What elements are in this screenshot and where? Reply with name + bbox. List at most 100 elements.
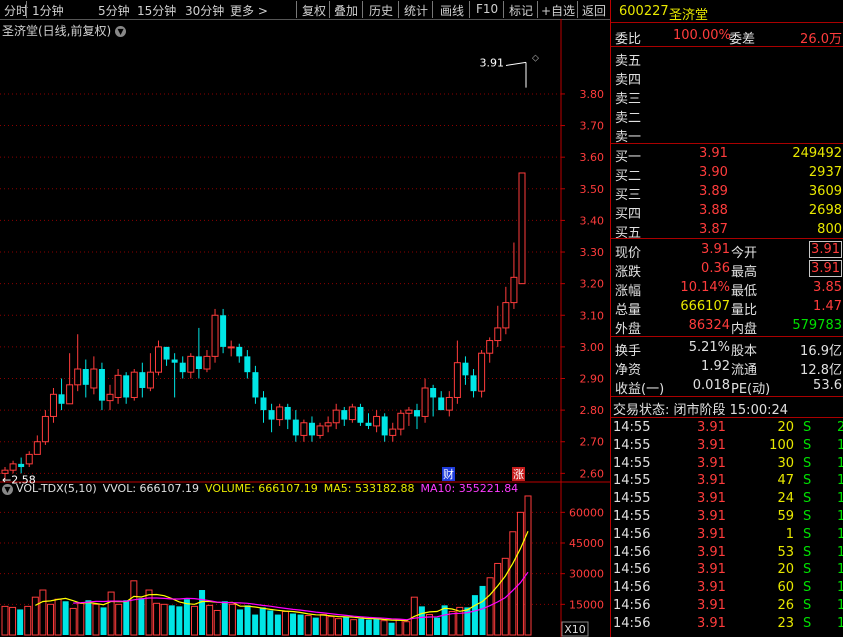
candle-body-down bbox=[244, 356, 251, 373]
candle-body-up bbox=[316, 425, 324, 436]
toolbar-divider bbox=[537, 1, 538, 18]
tick-row: 14:56 3.91 60 S 1 bbox=[611, 579, 843, 597]
back-button[interactable]: 返回 bbox=[582, 2, 606, 19]
stat-label: 涨跌 bbox=[615, 265, 642, 280]
tick-row: 14:56 3.91 23 S 1 bbox=[611, 615, 843, 633]
trade-status-row: 交易状态: 闭市阶段 15:00:24 bbox=[611, 398, 843, 418]
volume-bar-down bbox=[358, 618, 365, 635]
kline-chart-area[interactable]: 3.80 3.70 3.60 3.50 3.40 3.30 3.20 3.10 3.00 2.90… bbox=[0, 19, 610, 637]
divider bbox=[611, 417, 843, 418]
fundamental-label: PE(动) bbox=[731, 382, 771, 397]
volume-bar-up bbox=[501, 557, 509, 636]
candle-body-down bbox=[430, 387, 437, 398]
tick-count: 1 bbox=[837, 598, 843, 613]
period-tab-1min[interactable]: 1分钟 bbox=[32, 2, 64, 19]
candle-body-up bbox=[227, 346, 235, 349]
candle-body-down bbox=[98, 369, 105, 401]
order-diff-label: 委差 bbox=[729, 32, 756, 47]
bid-level-row: 买四 3.88 2698 bbox=[611, 202, 843, 222]
volume-legend: ▼ VOL-TDX(5,10) VVOL: 666107.19 VOLUME: 666… bbox=[0, 482, 524, 498]
volume-bar-up bbox=[395, 619, 403, 636]
history-button[interactable]: 历史 bbox=[369, 2, 393, 19]
candle-body-up bbox=[203, 355, 211, 370]
volume-bar-down bbox=[17, 609, 24, 635]
period-more-menu[interactable]: 更多 > bbox=[230, 2, 268, 19]
candle-body-down bbox=[236, 346, 243, 357]
fundamental-value: 53.6 bbox=[813, 378, 842, 393]
candle-body-up bbox=[397, 412, 405, 430]
candle-body-down bbox=[357, 406, 364, 423]
volume-bar-up bbox=[494, 562, 502, 636]
candle-body-up bbox=[154, 346, 162, 373]
price-axis-labels: 3.80 3.70 3.60 3.50 3.40 3.30 3.20 3.10 3.00 2.90… bbox=[561, 88, 604, 480]
tick-row: 14:55 3.91 59 S 1 bbox=[611, 508, 843, 526]
stat-value: 3.91 bbox=[809, 241, 842, 258]
chevron-down-icon[interactable]: ▼ bbox=[2, 484, 13, 495]
add-favorite-button[interactable]: +自选 bbox=[541, 2, 575, 19]
ma10-value: MA10: 355221.84 bbox=[420, 482, 519, 495]
period-tab-5min[interactable]: 5分钟 bbox=[98, 2, 130, 19]
volume-bar-up bbox=[380, 620, 388, 636]
fundamental-value: 5.21% bbox=[688, 340, 730, 355]
volume-bar-down bbox=[221, 601, 228, 635]
ask-level-row: 卖二 bbox=[611, 106, 843, 126]
fundamental-value: 16.9亿 bbox=[800, 344, 842, 359]
candle-body-down bbox=[179, 362, 186, 373]
tick-side: S bbox=[803, 491, 812, 507]
bid-price: 3.87 bbox=[699, 222, 728, 237]
tick-count: 1 bbox=[837, 615, 843, 631]
candle-body-down bbox=[123, 375, 130, 398]
mark-button[interactable]: 标记 bbox=[509, 2, 533, 19]
statistics-button[interactable]: 统计 bbox=[404, 2, 428, 19]
period-tab-15min[interactable]: 15分钟 bbox=[137, 2, 176, 19]
candle-body-down bbox=[252, 372, 259, 398]
f10-button[interactable]: F10 bbox=[476, 2, 498, 16]
volume-bar-up bbox=[24, 605, 32, 636]
tick-count: 1 bbox=[837, 455, 843, 471]
candle-body-down bbox=[18, 463, 25, 468]
tick-row: 14:56 3.91 53 S 1 bbox=[611, 544, 843, 562]
tick-row: 14:55 3.91 47 S 1 bbox=[611, 472, 843, 490]
tick-price: 3.91 bbox=[697, 509, 726, 524]
volume-bar-up bbox=[130, 580, 138, 636]
volume-bar-up bbox=[304, 615, 312, 636]
volume-bar-up bbox=[524, 495, 532, 636]
volume-grid bbox=[0, 511, 561, 605]
tick-side: S bbox=[803, 580, 812, 596]
volume-bar-down bbox=[297, 614, 304, 635]
bid-volume: 3609 bbox=[808, 184, 842, 199]
volume-bar-up bbox=[335, 618, 343, 636]
tick-price: 3.91 bbox=[697, 455, 726, 471]
tick-volume: 30 bbox=[777, 455, 794, 471]
volume-bar-up bbox=[403, 621, 411, 636]
period-tab-intraday[interactable]: 分时 bbox=[4, 2, 28, 19]
stock-name: 圣济堂 bbox=[669, 8, 709, 23]
candle-body-up bbox=[518, 172, 526, 285]
finance-badge: 财 bbox=[443, 467, 454, 481]
volume-bar-down bbox=[274, 614, 281, 635]
tick-side: S bbox=[803, 420, 812, 435]
order-diff-value: 26.0万 bbox=[800, 32, 842, 47]
tick-row: 14:56 3.91 20 S 1 bbox=[611, 561, 843, 579]
fundamental-value: 1.92 bbox=[701, 359, 730, 374]
chevron-down-icon[interactable]: ▼ bbox=[115, 26, 127, 37]
volume-bar-down bbox=[252, 614, 259, 635]
restore-rights-button[interactable]: 复权 bbox=[302, 2, 326, 19]
quote-stat-row: 外盘 86324 内盘 579783 bbox=[611, 317, 843, 337]
candle-body-down bbox=[58, 394, 65, 404]
price-tick-label: 3.70 bbox=[580, 120, 605, 133]
chart-markers: 3.91 ◇←2.58 财涨X10 bbox=[2, 53, 589, 637]
price-tick-label: 3.10 bbox=[580, 309, 605, 322]
divider bbox=[611, 238, 843, 239]
candle-body-up bbox=[187, 355, 195, 373]
period-tab-30min[interactable]: 30分钟 bbox=[185, 2, 224, 19]
overlay-button[interactable]: 叠加 bbox=[334, 2, 358, 19]
tick-side: S bbox=[803, 544, 812, 560]
volume-bar-down bbox=[62, 601, 69, 635]
bid-level-row: 买五 3.87 800 bbox=[611, 221, 843, 241]
tick-time: 14:56 bbox=[613, 598, 651, 613]
tick-side: S bbox=[803, 473, 812, 489]
quote-panel: 600227 圣济堂 委比 100.00% 委差 26.0万 卖五 卖四 卖三 卖二卖… bbox=[610, 0, 843, 637]
fundamental-label: 股本 bbox=[731, 344, 758, 359]
draw-line-button[interactable]: 画线 bbox=[440, 2, 464, 19]
